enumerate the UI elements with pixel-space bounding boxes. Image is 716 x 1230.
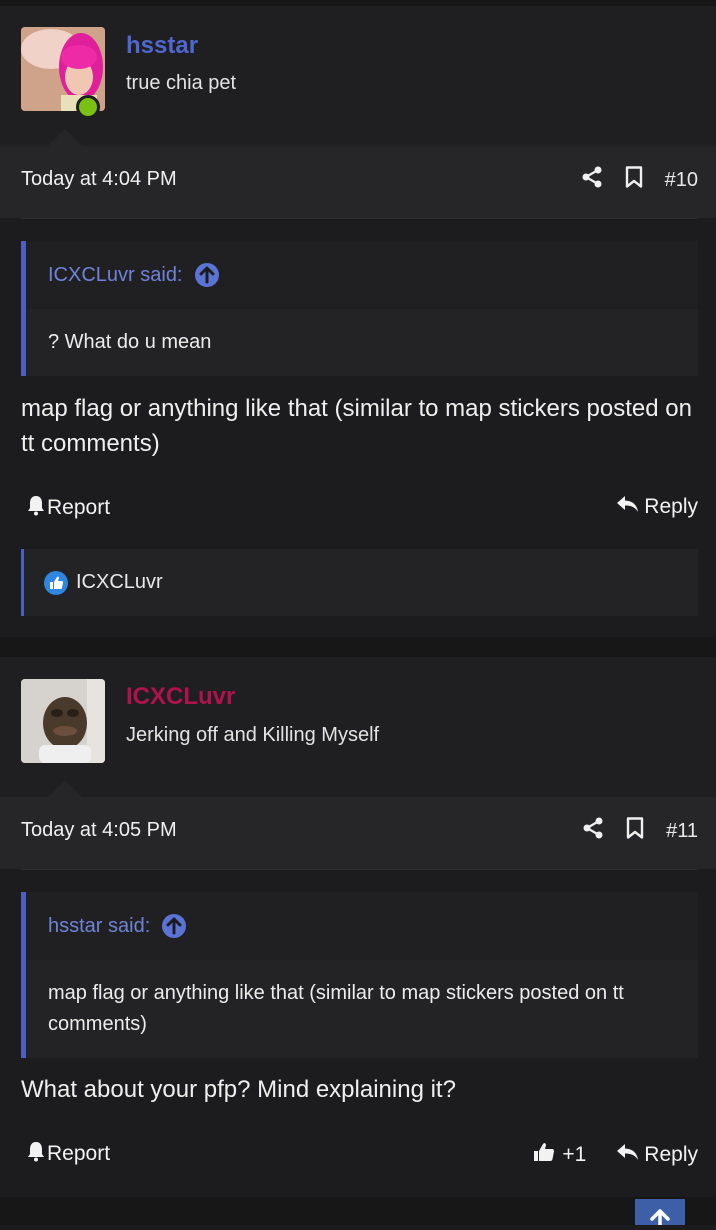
- share-icon[interactable]: [581, 166, 603, 194]
- post-timestamp[interactable]: Today at 4:05 PM: [21, 819, 177, 842]
- quote-block: ICXCLuvr said: ? What do u mean: [21, 241, 698, 376]
- quote-header: hsstar said:: [26, 892, 698, 960]
- reply-icon: [616, 494, 640, 520]
- arrow-up-icon[interactable]: [194, 263, 219, 287]
- like-button[interactable]: +1: [532, 1140, 586, 1170]
- reply-button[interactable]: Reply: [616, 1142, 698, 1168]
- thumbs-up-icon: [44, 570, 68, 595]
- post-meta-actions: #10: [581, 166, 698, 194]
- bell-icon: [25, 494, 47, 522]
- user-title: Jerking off and Killing Myself: [126, 724, 380, 746]
- quote-header: ICXCLuvr said:: [26, 241, 698, 309]
- username[interactable]: hsstar: [126, 32, 198, 60]
- post-number[interactable]: #11: [666, 820, 698, 843]
- username[interactable]: ICXCLuvr: [126, 683, 235, 711]
- post-actions-right: +1 Reply: [532, 1140, 698, 1170]
- divider: [21, 869, 697, 870]
- reply-icon: [616, 1142, 640, 1168]
- user-title: true chia pet: [126, 72, 237, 94]
- header-pointer: [48, 129, 82, 146]
- avatar[interactable]: [21, 679, 105, 763]
- report-button[interactable]: Report: [25, 1140, 110, 1168]
- post-meta-actions: #11: [582, 817, 698, 845]
- thumbs-up-icon: [532, 1140, 556, 1170]
- arrow-up-icon: [635, 1209, 685, 1229]
- quote-text: ? What do u mean: [48, 331, 212, 353]
- post-body: What about your pfp? Mind explaining it?: [21, 1076, 456, 1103]
- post-separator: [0, 1197, 716, 1225]
- share-icon[interactable]: [582, 817, 604, 845]
- report-button[interactable]: Report: [25, 494, 110, 522]
- online-status-dot: [76, 95, 100, 119]
- post-actions-right: Reply: [616, 494, 698, 520]
- header-pointer: [48, 780, 82, 797]
- bookmark-icon[interactable]: [625, 166, 643, 194]
- liked-by-user[interactable]: ICXCLuvr: [76, 571, 163, 594]
- reply-label: Reply: [644, 495, 698, 518]
- post-author-header: ICXCLuvr Jerking off and Killing Myself: [0, 657, 716, 797]
- quote-block: hsstar said: map flag or anything like t…: [21, 892, 698, 1058]
- post-number[interactable]: #10: [665, 169, 698, 192]
- post-meta-bar: Today at 4:04 PM #10: [0, 146, 716, 218]
- report-label: Report: [47, 1142, 111, 1165]
- like-count[interactable]: +1: [562, 1143, 586, 1167]
- post-author-header: hsstar true chia pet: [0, 6, 716, 146]
- quote-text: map flag or anything like that (similar …: [48, 982, 624, 1035]
- quote-author[interactable]: hsstar said:: [48, 915, 150, 938]
- quote-author[interactable]: ICXCLuvr said:: [48, 264, 183, 287]
- post-separator: [0, 637, 716, 657]
- post-timestamp[interactable]: Today at 4:04 PM: [21, 168, 177, 191]
- scroll-to-top-button[interactable]: [635, 1199, 685, 1227]
- avatar-image: [21, 679, 105, 763]
- arrow-up-icon[interactable]: [162, 914, 187, 938]
- reply-label: Reply: [644, 1143, 698, 1166]
- report-label: Report: [47, 496, 111, 519]
- post-meta-bar: Today at 4:05 PM #11: [0, 797, 716, 869]
- bell-icon: [25, 1140, 47, 1168]
- reply-button[interactable]: Reply: [616, 494, 698, 520]
- divider: [21, 218, 697, 219]
- bookmark-icon[interactable]: [626, 817, 644, 845]
- post-body: map flag or anything like that (similar …: [21, 395, 692, 457]
- reactions-bar[interactable]: ICXCLuvr: [21, 549, 698, 616]
